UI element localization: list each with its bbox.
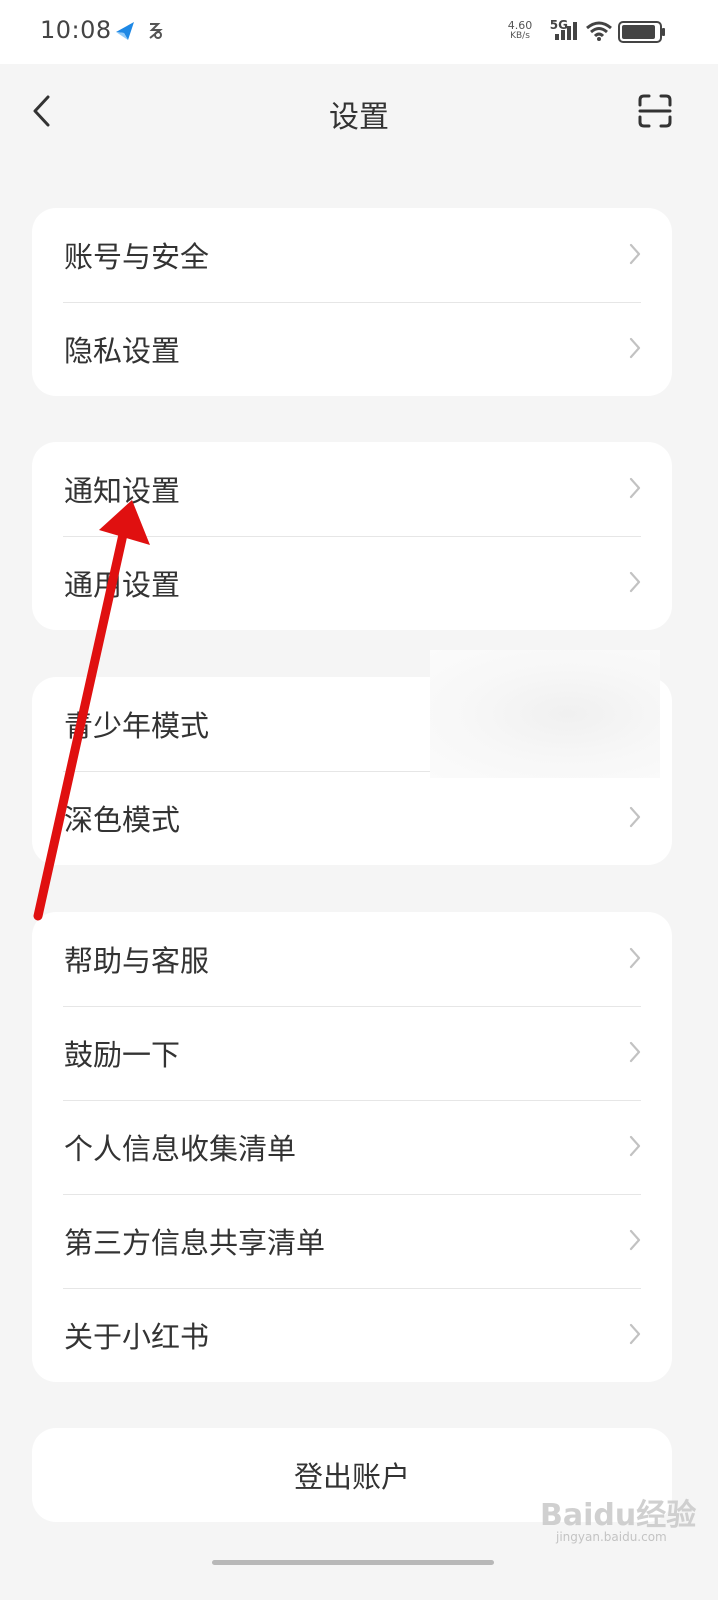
chevron-right-icon: [628, 1228, 642, 1256]
settings-item-third-party-sharing[interactable]: 第三方信息共享清单: [32, 1194, 672, 1288]
settings-item-general[interactable]: 通用设置: [32, 536, 672, 630]
page-title: 设置: [329, 100, 389, 135]
blurred-region: [430, 650, 660, 778]
settings-item-label: 关于小红书: [64, 1320, 210, 1354]
watermark-logo: Baidu经验: [540, 1498, 697, 1533]
settings-item-privacy[interactable]: 隐私设置: [32, 302, 672, 396]
chevron-right-icon: [628, 336, 642, 364]
settings-item-label: 第三方信息共享清单: [64, 1226, 326, 1260]
net-speed-value: 4.60: [507, 19, 533, 32]
chevron-right-icon: [628, 242, 642, 270]
status-bar: 10:08 4.60 KB/s 5G: [0, 0, 718, 64]
settings-item-encourage[interactable]: 鼓励一下: [32, 1006, 672, 1100]
settings-item-label: 个人信息收集清单: [64, 1132, 297, 1166]
net-speed-unit: KB/s: [510, 31, 530, 41]
settings-item-label: 深色模式: [64, 803, 181, 837]
app-notification-icon: [114, 20, 136, 46]
settings-item-notification[interactable]: 通知设置: [32, 442, 672, 536]
settings-item-label: 青少年模式: [64, 709, 210, 743]
settings-item-dark-mode[interactable]: 深色模式: [32, 771, 672, 865]
settings-item-help[interactable]: 帮助与客服: [32, 912, 672, 1006]
status-time: 10:08: [40, 16, 112, 44]
settings-group-notification: 通知设置 通用设置: [32, 442, 672, 630]
chevron-right-icon: [628, 1322, 642, 1350]
net-speed: 4.60 KB/s: [502, 20, 538, 42]
settings-item-label: 账号与安全: [64, 240, 210, 274]
settings-item-personal-info-list[interactable]: 个人信息收集清单: [32, 1100, 672, 1194]
settings-item-label: 通用设置: [64, 568, 181, 602]
signal-icon: [554, 20, 580, 46]
settings-item-about[interactable]: 关于小红书: [32, 1288, 672, 1382]
chevron-right-icon: [628, 946, 642, 974]
battery-icon: [618, 20, 666, 48]
wifi-icon: [585, 20, 613, 46]
settings-item-label: 帮助与客服: [64, 944, 210, 978]
settings-item-account-security[interactable]: 账号与安全: [32, 208, 672, 302]
chat-app-icon: [146, 20, 164, 46]
chevron-right-icon: [628, 570, 642, 598]
header-bar: 设置: [0, 64, 718, 160]
chevron-right-icon: [628, 805, 642, 833]
settings-item-label: 鼓励一下: [64, 1038, 181, 1072]
settings-group-about: 帮助与客服 鼓励一下 个人信息收集清单 第三方信息共享清单 关于小红书: [32, 912, 672, 1382]
scan-icon[interactable]: [638, 94, 672, 132]
chevron-right-icon: [628, 1040, 642, 1068]
settings-group-account: 账号与安全 隐私设置: [32, 208, 672, 396]
settings-item-label: 隐私设置: [64, 334, 181, 368]
settings-item-label: 通知设置: [64, 474, 181, 508]
home-indicator[interactable]: [212, 1560, 494, 1565]
watermark-url: jingyan.baidu.com: [556, 1530, 667, 1544]
logout-label: 登出账户: [293, 1460, 410, 1494]
chevron-right-icon: [628, 1134, 642, 1162]
chevron-right-icon: [628, 476, 642, 504]
